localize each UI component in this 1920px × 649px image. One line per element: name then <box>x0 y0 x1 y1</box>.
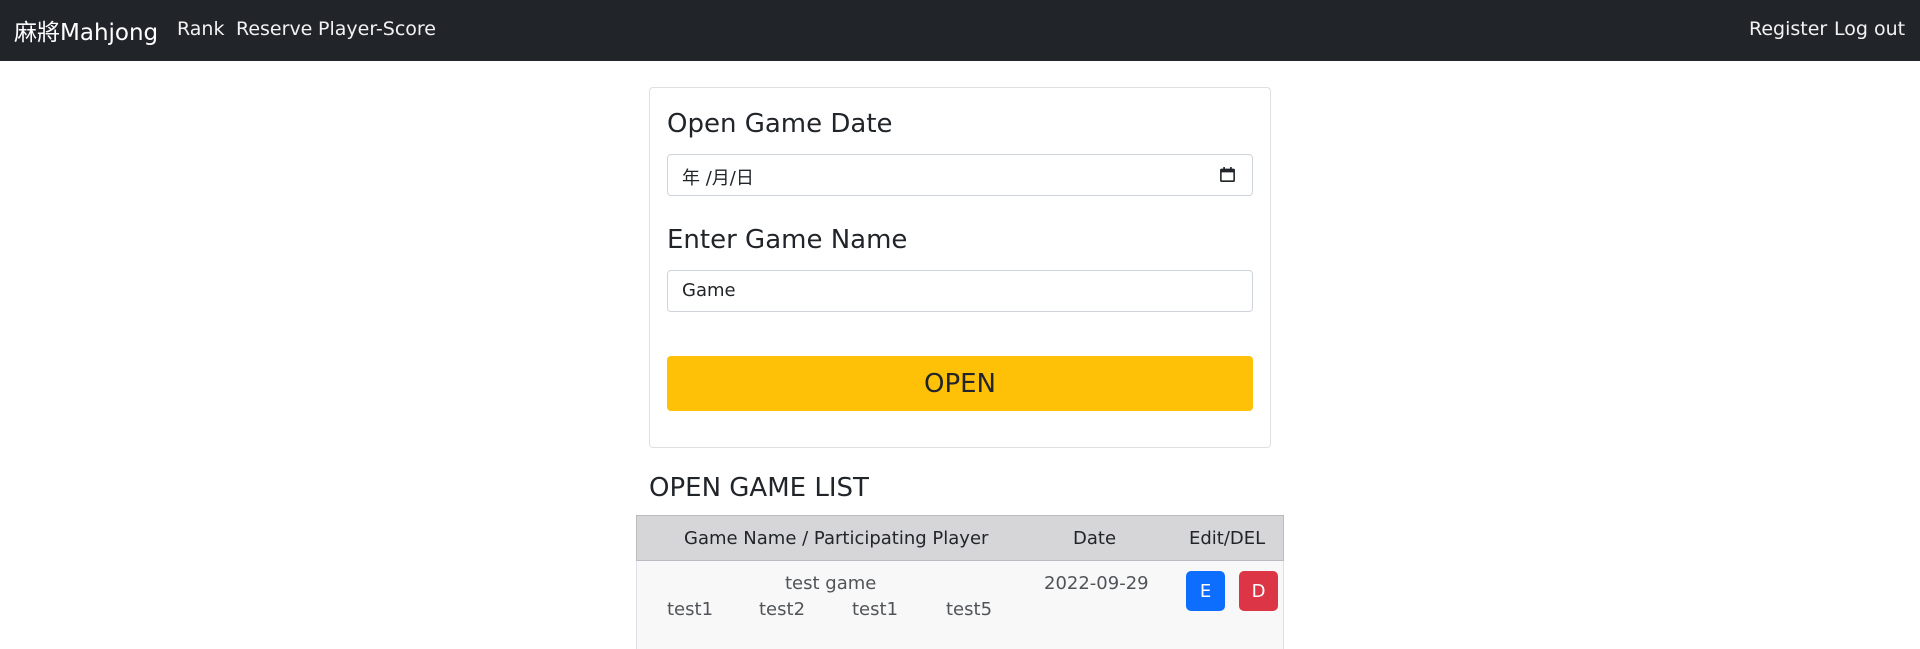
navbar: 麻將Mahjong Rank Reserve Player-Score Regi… <box>0 0 1920 61</box>
header-edit-del: Edit/DEL <box>1189 528 1266 549</box>
nav-link-rank[interactable]: Rank <box>177 18 224 40</box>
header-game-name: Game Name / Participating Player <box>684 528 989 549</box>
game-name-input-value: Game <box>682 280 736 301</box>
nav-link-register[interactable]: Register <box>1749 18 1827 40</box>
delete-button[interactable]: D <box>1239 571 1278 611</box>
nav-link-player-score[interactable]: Player-Score <box>318 18 436 40</box>
player-4: test5 <box>946 599 993 620</box>
player-3: test1 <box>852 599 899 620</box>
open-button[interactable]: OPEN <box>667 356 1253 411</box>
calendar-icon[interactable] <box>1219 166 1236 183</box>
header-date: Date <box>1073 528 1117 549</box>
date-input-value: 年 /月/日 <box>682 168 754 189</box>
date-label: Open Game Date <box>667 109 893 139</box>
table-header: Game Name / Participating Player Date Ed… <box>636 515 1284 561</box>
date-input[interactable]: 年 /月/日 <box>667 154 1253 196</box>
player-2: test2 <box>759 599 806 620</box>
edit-button[interactable]: E <box>1186 571 1225 611</box>
game-name-cell: test game <box>785 573 877 594</box>
game-name-label: Enter Game Name <box>667 225 908 255</box>
nav-link-reserve[interactable]: Reserve <box>236 18 312 40</box>
date-cell: 2022-09-29 <box>1044 573 1149 594</box>
open-game-list-title: OPEN GAME LIST <box>649 473 869 503</box>
player-1: test1 <box>667 599 714 620</box>
nav-link-logout[interactable]: Log out <box>1834 18 1905 40</box>
brand-link[interactable]: 麻將Mahjong <box>14 13 158 47</box>
game-name-input[interactable]: Game <box>667 270 1253 312</box>
